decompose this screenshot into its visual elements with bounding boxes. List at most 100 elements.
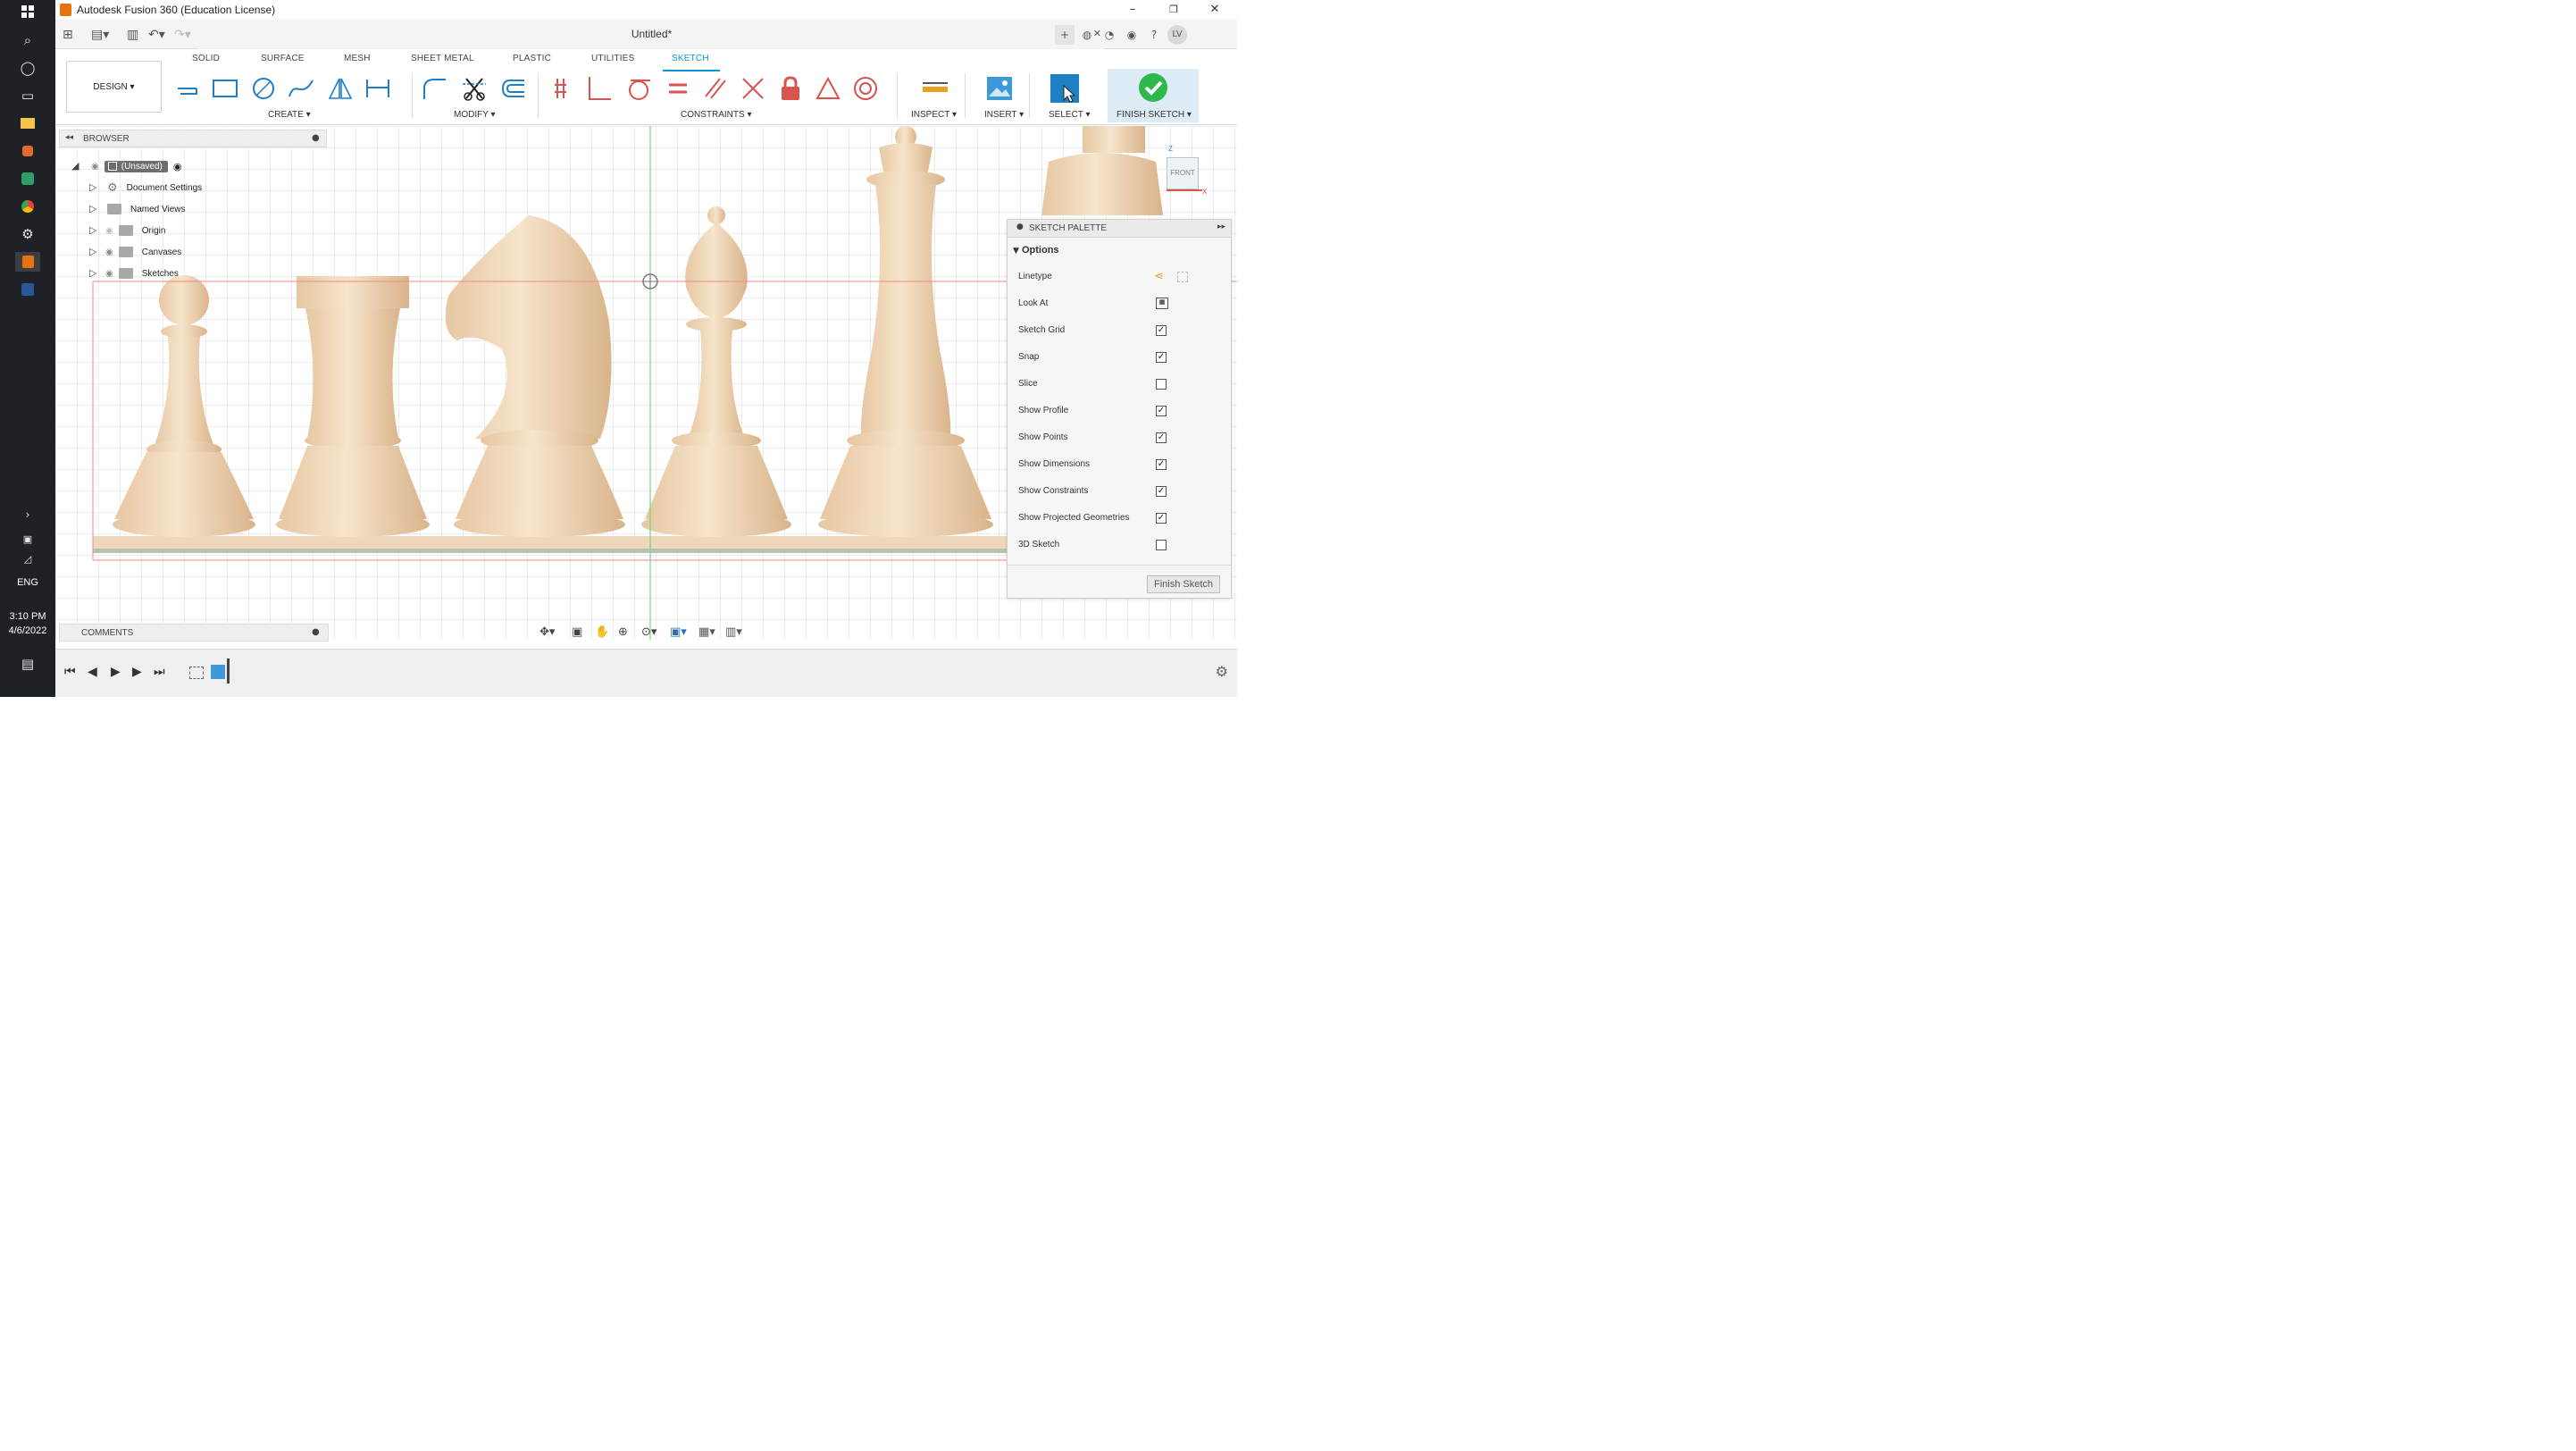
concentric-constraint-icon[interactable] [850, 73, 881, 104]
browser-item[interactable]: ▷ Named Views [89, 199, 186, 219]
step-back-icon[interactable]: ◀ [88, 665, 97, 679]
pan-icon[interactable]: ✋ [595, 625, 609, 639]
modify-group-label[interactable]: MODIFY ▾ [454, 110, 496, 120]
visibility-eye-icon[interactable]: ◉ [105, 247, 113, 257]
tab-solid[interactable]: SOLID [192, 54, 220, 63]
constraints-group-label[interactable]: CONSTRAINTS ▾ [681, 110, 751, 120]
file-explorer-icon[interactable] [15, 113, 40, 133]
midpoint-constraint-icon[interactable] [738, 73, 768, 104]
help-icon[interactable]: ? [1144, 25, 1164, 45]
show-projected-geometries-checkbox[interactable]: ✓ [1156, 513, 1167, 524]
chrome-icon[interactable] [15, 197, 40, 216]
chevron-up-icon[interactable]: › [15, 505, 40, 524]
fillet-tool-icon[interactable] [420, 73, 450, 104]
viewports-icon[interactable]: ▥▾ [725, 625, 742, 639]
zoom-icon[interactable]: ⊕ [618, 625, 628, 639]
comments-pin-icon[interactable]: ● [312, 627, 320, 637]
activate-radio-icon[interactable]: ◉ [173, 161, 182, 172]
comments-panel[interactable]: COMMENTS ● [59, 624, 329, 642]
show-points-checkbox[interactable]: ✓ [1156, 432, 1167, 443]
orbit-icon[interactable]: ✥▾ [539, 625, 555, 639]
tab-plastic[interactable]: PLASTIC [513, 54, 551, 63]
windows-start-icon[interactable] [15, 2, 40, 21]
browser-pin-icon[interactable]: ● [312, 133, 320, 143]
task-view-icon[interactable]: ▭ [15, 86, 40, 105]
rectangle-tool-icon[interactable] [210, 73, 240, 104]
user-avatar[interactable]: LV [1167, 25, 1187, 45]
search-icon[interactable]: ⌕ [15, 30, 40, 50]
sketch-feature-icon[interactable] [189, 667, 204, 679]
extensions-icon[interactable]: ◍ [1077, 25, 1097, 45]
browser-item[interactable]: ▷ ◉ Origin [89, 221, 165, 240]
options-section-header[interactable]: ▼ Options [1013, 245, 1059, 256]
parallel-constraint-icon[interactable] [700, 73, 731, 104]
browser-item[interactable]: ▷ ⚙ Document Settings [89, 178, 202, 197]
tangent-constraint-icon[interactable] [623, 73, 654, 104]
step-forward-icon[interactable]: ▶ [132, 665, 142, 679]
browser-item[interactable]: ▷ ◉ Sketches [89, 264, 179, 283]
equal-constraint-icon[interactable] [663, 73, 693, 104]
circle-tool-icon[interactable] [248, 73, 279, 104]
visibility-eye-icon[interactable]: ◉ [105, 269, 113, 279]
expand-triangle-icon[interactable]: ▷ [89, 204, 98, 214]
fusion-taskbar-icon[interactable] [15, 252, 40, 272]
save-icon[interactable]: ▥ [127, 26, 138, 44]
centerline-linetype-icon[interactable] [1177, 272, 1188, 282]
job-status-icon[interactable]: ◔ [1100, 25, 1119, 45]
look-at-button-icon[interactable]: ▦ [1156, 298, 1168, 309]
finish-sketch-button[interactable]: Finish Sketch [1147, 575, 1220, 593]
dimension-tool-icon[interactable] [363, 73, 393, 104]
notifications-icon[interactable]: ◉ [1122, 25, 1142, 45]
zoom-window-icon[interactable]: ⊙▾ [641, 625, 657, 639]
viewcube[interactable]: FRONT Z X [1163, 145, 1207, 196]
slice-checkbox[interactable] [1156, 379, 1167, 390]
new-tab-icon[interactable]: + [1055, 25, 1075, 45]
close-button[interactable]: ✕ [1194, 0, 1235, 20]
create-group-label[interactable]: CREATE ▾ [268, 110, 311, 120]
offset-tool-icon[interactable] [498, 73, 528, 104]
line-tool-icon[interactable] [173, 73, 204, 104]
restore-button[interactable]: ❐ [1153, 0, 1194, 20]
network-icon[interactable]: ◿ [15, 549, 40, 568]
viewcube-face[interactable]: FRONT [1167, 157, 1199, 189]
sketch-grid-checkbox[interactable]: ✓ [1156, 325, 1167, 336]
notification-icon[interactable]: ▤ [15, 654, 40, 674]
sketch-palette-header[interactable]: ● SKETCH PALETTE ▸▸ [1008, 220, 1231, 238]
timeline-settings-icon[interactable]: ⚙ [1216, 663, 1228, 680]
trim-tool-icon[interactable] [459, 73, 489, 104]
settings-icon[interactable]: ⚙ [15, 224, 40, 244]
device-icon[interactable]: ▣ [15, 529, 40, 549]
file-menu-icon[interactable]: ▤▾ [91, 26, 109, 44]
triangle-constraint-icon[interactable] [813, 73, 843, 104]
construction-linetype-icon[interactable]: ⋖ [1154, 270, 1164, 283]
expand-triangle-icon[interactable]: ▷ [89, 268, 98, 278]
perpendicular-constraint-icon[interactable] [584, 73, 615, 104]
language-indicator[interactable]: ENG [0, 577, 55, 589]
expand-palette-icon[interactable]: ▸▸ [1217, 222, 1225, 231]
finish-sketch-area[interactable]: FINISH SKETCH ▾ [1108, 69, 1199, 122]
canvas-feature-icon[interactable] [211, 665, 225, 679]
app-icon-orange[interactable] [15, 141, 40, 161]
minimize-button[interactable]: – [1112, 0, 1153, 20]
tab-surface[interactable]: SURFACE [261, 54, 305, 63]
timeline-marker[interactable] [227, 658, 230, 684]
finish-sketch-label[interactable]: FINISH SKETCH ▾ [1117, 110, 1192, 120]
show-profile-checkbox[interactable]: ✓ [1156, 406, 1167, 416]
3d-sketch-checkbox[interactable] [1156, 540, 1167, 550]
coincident-constraint-icon[interactable] [547, 73, 577, 104]
expand-triangle-icon[interactable]: ▷ [89, 247, 98, 256]
browser-item[interactable]: ▷ ◉ Canvases [89, 242, 181, 262]
select-group-label[interactable]: SELECT ▾ [1049, 110, 1091, 120]
expand-triangle-icon[interactable]: ◢ [71, 161, 84, 171]
tab-sheet-metal[interactable]: SHEET METAL [411, 54, 474, 63]
insert-image-icon[interactable] [984, 73, 1015, 104]
data-panel-icon[interactable]: ⊞ [63, 26, 73, 44]
palette-pin-icon[interactable]: ● [1016, 222, 1024, 231]
section-collapse-icon[interactable]: ▼ [1013, 247, 1019, 256]
select-tool-icon[interactable] [1050, 73, 1080, 104]
show-dimensions-checkbox[interactable]: ✓ [1156, 459, 1167, 470]
clock-time[interactable]: 3:10 PM [0, 611, 55, 623]
tab-utilities[interactable]: UTILITIES [591, 54, 634, 63]
redo-icon[interactable]: ↷▾ [174, 26, 191, 44]
app-icon-green[interactable] [15, 169, 40, 189]
